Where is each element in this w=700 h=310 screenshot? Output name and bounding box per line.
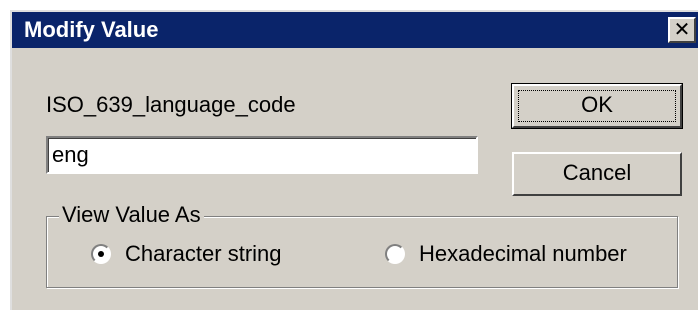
- radio-button-icon[interactable]: [91, 244, 111, 264]
- radio-label-hexadecimal-number[interactable]: Hexadecimal number: [419, 241, 627, 267]
- radio-button-icon[interactable]: [385, 244, 405, 264]
- modify-value-dialog: Modify Value ✕ ISO_639_language_code OK …: [10, 10, 698, 310]
- view-value-as-group: View Value As Character string Hexadecim…: [46, 202, 678, 288]
- field-name-label: ISO_639_language_code: [46, 92, 296, 117]
- window-title: Modify Value: [24, 17, 159, 42]
- cancel-button[interactable]: Cancel: [512, 152, 682, 196]
- ok-button-label: OK: [581, 92, 613, 117]
- radio-label-character-string[interactable]: Character string: [125, 241, 282, 267]
- close-button[interactable]: ✕: [668, 17, 696, 43]
- ok-button[interactable]: OK: [511, 83, 683, 129]
- close-icon: ✕: [673, 19, 691, 41]
- title-bar: Modify Value ✕: [12, 12, 698, 48]
- value-input[interactable]: [46, 136, 478, 174]
- cancel-button-label: Cancel: [562, 160, 632, 185]
- group-legend: View Value As: [59, 202, 204, 228]
- radio-selected-dot: [98, 251, 104, 257]
